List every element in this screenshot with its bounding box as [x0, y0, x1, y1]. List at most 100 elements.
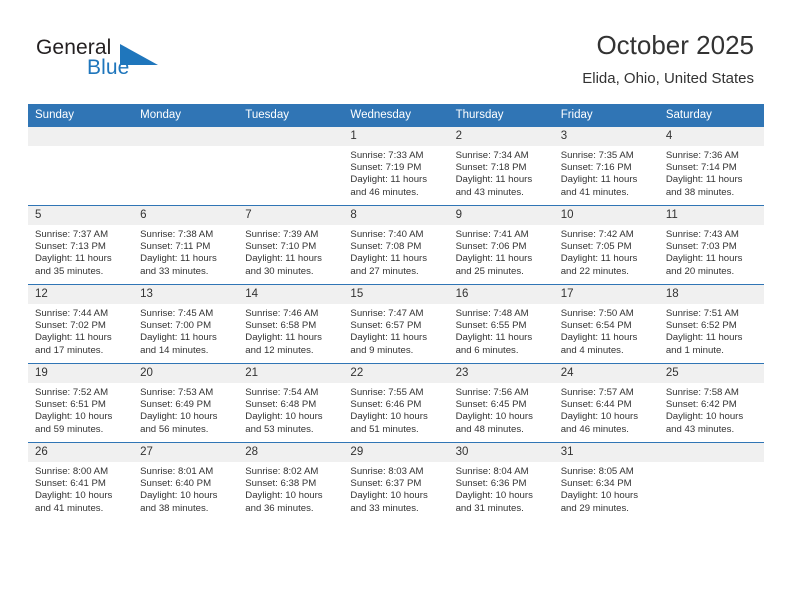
- day-number: 6: [133, 206, 239, 225]
- calendar-day-cell[interactable]: 8 Sunrise: 7:40 AM Sunset: 7:08 PM Daylight…: [343, 205, 449, 285]
- calendar-day-cell[interactable]: 11 Sunrise: 7:43 AM Sunset: 7:03 PM Dayligh…: [658, 205, 764, 285]
- daylight-text: Daylight: 10 hours and 59 minutes.: [35, 411, 113, 435]
- calendar-day-cell[interactable]: 4 Sunrise: 7:36 AM Sunset: 7:14 PM Daylight…: [658, 126, 764, 206]
- sunset-text: Sunset: 6:34 PM: [560, 478, 632, 490]
- day-number: 23: [448, 364, 554, 383]
- weekday-header-friday: Friday: [553, 104, 659, 127]
- sunrise-text: Sunrise: 7:37 AM: [35, 229, 109, 240]
- calendar-day-cell[interactable]: 24 Sunrise: 7:57 AM Sunset: 6:44 PM Dayligh…: [553, 363, 659, 443]
- calendar-day-cell[interactable]: 19 Sunrise: 7:52 AM Sunset: 6:51 PM Dayligh…: [28, 363, 134, 443]
- sunset-text: Sunset: 6:55 PM: [455, 320, 527, 332]
- title-block: October 2025 Elida, Ohio, United States: [582, 28, 754, 90]
- logo-text-blue: Blue: [87, 56, 130, 79]
- day-sun-info: Sunrise: 7:48 AM Sunset: 6:55 PM Daylight:…: [449, 304, 554, 357]
- sunrise-text: Sunrise: 7:58 AM: [665, 387, 739, 398]
- calendar-day-cell[interactable]: 1 Sunrise: 7:33 AM Sunset: 7:19 PM Daylight…: [343, 126, 449, 206]
- calendar-day-cell[interactable]: 25 Sunrise: 7:58 AM Sunset: 6:42 PM Dayligh…: [658, 363, 764, 443]
- calendar-day-cell[interactable]: 10 Sunrise: 7:42 AM Sunset: 7:05 PM Dayligh…: [553, 205, 659, 285]
- calendar-week-row: 19 Sunrise: 7:52 AM Sunset: 6:51 PM Dayligh…: [28, 363, 764, 443]
- sunrise-text: Sunrise: 7:36 AM: [665, 150, 739, 161]
- calendar-day-cell[interactable]: 15 Sunrise: 7:47 AM Sunset: 6:57 PM Dayligh…: [343, 284, 449, 364]
- calendar-day-cell[interactable]: 28 Sunrise: 8:02 AM Sunset: 6:38 PM Dayligh…: [238, 442, 344, 521]
- calendar-header-row: Sunday Monday Tuesday Wednesday Thursday…: [28, 104, 764, 127]
- sunrise-text: Sunrise: 7:35 AM: [560, 150, 634, 161]
- day-sun-info: Sunrise: 7:47 AM Sunset: 6:57 PM Daylight:…: [343, 304, 448, 357]
- day-sun-info: Sunrise: 7:50 AM Sunset: 6:54 PM Daylight:…: [554, 304, 659, 357]
- day-number: 8: [343, 206, 449, 225]
- sunrise-text: Sunrise: 7:43 AM: [665, 229, 739, 240]
- sunset-text: Sunset: 7:18 PM: [455, 162, 527, 174]
- page-title: October 2025: [596, 30, 754, 60]
- day-number: [28, 127, 134, 146]
- day-sun-info: Sunrise: 8:03 AM Sunset: 6:37 PM Daylight:…: [343, 462, 448, 515]
- day-number: 27: [133, 443, 239, 462]
- sunrise-text: Sunrise: 8:05 AM: [560, 466, 634, 477]
- sunrise-text: Sunrise: 7:45 AM: [140, 308, 214, 319]
- day-number: 2: [448, 127, 554, 146]
- calendar-day-cell[interactable]: 27 Sunrise: 8:01 AM Sunset: 6:40 PM Dayligh…: [133, 442, 239, 521]
- general-blue-logo[interactable]: General Blue: [36, 36, 216, 86]
- daylight-text: Daylight: 11 hours and 9 minutes.: [350, 332, 428, 356]
- daylight-text: Daylight: 11 hours and 30 minutes.: [245, 253, 322, 277]
- day-sun-info: Sunrise: 7:53 AM Sunset: 6:49 PM Daylight:…: [133, 383, 238, 436]
- daylight-text: Daylight: 11 hours and 20 minutes.: [665, 253, 743, 277]
- sunset-text: Sunset: 7:10 PM: [245, 241, 317, 253]
- daylight-text: Daylight: 11 hours and 33 minutes.: [140, 253, 217, 277]
- sunset-text: Sunset: 7:16 PM: [560, 162, 632, 174]
- sunrise-text: Sunrise: 7:34 AM: [455, 150, 529, 161]
- calendar-day-cell[interactable]: 21 Sunrise: 7:54 AM Sunset: 6:48 PM Dayligh…: [238, 363, 344, 443]
- sunset-text: Sunset: 6:57 PM: [350, 320, 422, 332]
- daylight-text: Daylight: 11 hours and 6 minutes.: [455, 332, 533, 356]
- sunrise-text: Sunrise: 7:40 AM: [350, 229, 424, 240]
- daylight-text: Daylight: 10 hours and 43 minutes.: [665, 411, 744, 435]
- day-sun-info: Sunrise: 7:36 AM Sunset: 7:14 PM Daylight:…: [659, 146, 764, 199]
- sunset-text: Sunset: 7:05 PM: [560, 241, 632, 253]
- weekday-header-thursday: Thursday: [448, 104, 554, 127]
- sunset-text: Sunset: 6:51 PM: [35, 399, 106, 411]
- calendar-day-cell[interactable]: 22 Sunrise: 7:55 AM Sunset: 6:46 PM Dayligh…: [343, 363, 449, 443]
- location-subtitle: Elida, Ohio, United States: [582, 70, 754, 87]
- day-number: 16: [448, 285, 554, 304]
- calendar-day-cell[interactable]: 12 Sunrise: 7:44 AM Sunset: 7:02 PM Dayligh…: [28, 284, 134, 364]
- calendar-day-cell[interactable]: 29 Sunrise: 8:03 AM Sunset: 6:37 PM Dayligh…: [343, 442, 449, 521]
- calendar-day-cell[interactable]: 23 Sunrise: 7:56 AM Sunset: 6:45 PM Dayligh…: [448, 363, 554, 443]
- calendar-day-cell[interactable]: 6 Sunrise: 7:38 AM Sunset: 7:11 PM Daylight…: [133, 205, 239, 285]
- calendar-day-cell[interactable]: 30 Sunrise: 8:04 AM Sunset: 6:36 PM Dayligh…: [448, 442, 554, 521]
- calendar-day-cell[interactable]: 9 Sunrise: 7:41 AM Sunset: 7:06 PM Daylight…: [448, 205, 554, 285]
- weekday-header-wednesday: Wednesday: [343, 104, 449, 127]
- day-sun-info: Sunrise: 7:56 AM Sunset: 6:45 PM Daylight:…: [449, 383, 554, 436]
- calendar-day-cell[interactable]: 14 Sunrise: 7:46 AM Sunset: 6:58 PM Dayligh…: [238, 284, 344, 364]
- day-sun-info: Sunrise: 7:43 AM Sunset: 7:03 PM Daylight:…: [659, 225, 764, 278]
- calendar-day-cell[interactable]: 2 Sunrise: 7:34 AM Sunset: 7:18 PM Daylight…: [448, 126, 554, 206]
- sunset-text: Sunset: 6:48 PM: [245, 399, 317, 411]
- day-number: 24: [553, 364, 659, 383]
- sunset-text: Sunset: 7:00 PM: [140, 320, 212, 332]
- calendar-day-cell[interactable]: 17 Sunrise: 7:50 AM Sunset: 6:54 PM Dayligh…: [553, 284, 659, 364]
- calendar-day-cell[interactable]: 7 Sunrise: 7:39 AM Sunset: 7:10 PM Daylight…: [238, 205, 344, 285]
- day-sun-info: Sunrise: 7:58 AM Sunset: 6:42 PM Daylight:…: [659, 383, 764, 436]
- calendar-day-cell[interactable]: 20 Sunrise: 7:53 AM Sunset: 6:49 PM Dayligh…: [133, 363, 239, 443]
- day-sun-info: Sunrise: 7:57 AM Sunset: 6:44 PM Daylight:…: [554, 383, 659, 436]
- sunset-text: Sunset: 7:11 PM: [140, 241, 211, 253]
- sunrise-text: Sunrise: 7:46 AM: [245, 308, 319, 319]
- calendar-day-cell[interactable]: 16 Sunrise: 7:48 AM Sunset: 6:55 PM Dayligh…: [448, 284, 554, 364]
- daylight-text: Daylight: 11 hours and 17 minutes.: [35, 332, 112, 356]
- day-number: 11: [658, 206, 764, 225]
- calendar-day-cell[interactable]: 3 Sunrise: 7:35 AM Sunset: 7:16 PM Daylight…: [553, 126, 659, 206]
- day-number: 26: [28, 443, 134, 462]
- weekday-header-row: Sunday Monday Tuesday Wednesday Thursday…: [28, 104, 764, 127]
- day-sun-info: Sunrise: 7:52 AM Sunset: 6:51 PM Daylight:…: [28, 383, 133, 436]
- daylight-text: Daylight: 10 hours and 46 minutes.: [560, 411, 639, 435]
- calendar-day-cell[interactable]: 26 Sunrise: 8:00 AM Sunset: 6:41 PM Dayligh…: [28, 442, 134, 521]
- daylight-text: Daylight: 10 hours and 51 minutes.: [350, 411, 428, 435]
- calendar-day-cell[interactable]: 13 Sunrise: 7:45 AM Sunset: 7:00 PM Dayligh…: [133, 284, 239, 364]
- sunset-text: Sunset: 7:02 PM: [35, 320, 106, 332]
- day-number: 14: [238, 285, 344, 304]
- day-sun-info: Sunrise: 7:38 AM Sunset: 7:11 PM Daylight:…: [133, 225, 238, 278]
- calendar-day-cell[interactable]: 31 Sunrise: 8:05 AM Sunset: 6:34 PM Dayligh…: [553, 442, 659, 521]
- sunrise-text: Sunrise: 8:04 AM: [455, 466, 529, 477]
- day-number: 29: [343, 443, 449, 462]
- calendar-day-cell[interactable]: 18 Sunrise: 7:51 AM Sunset: 6:52 PM Dayligh…: [658, 284, 764, 364]
- calendar-day-cell[interactable]: 5 Sunrise: 7:37 AM Sunset: 7:13 PM Daylight…: [28, 205, 134, 285]
- sunrise-text: Sunrise: 7:54 AM: [245, 387, 319, 398]
